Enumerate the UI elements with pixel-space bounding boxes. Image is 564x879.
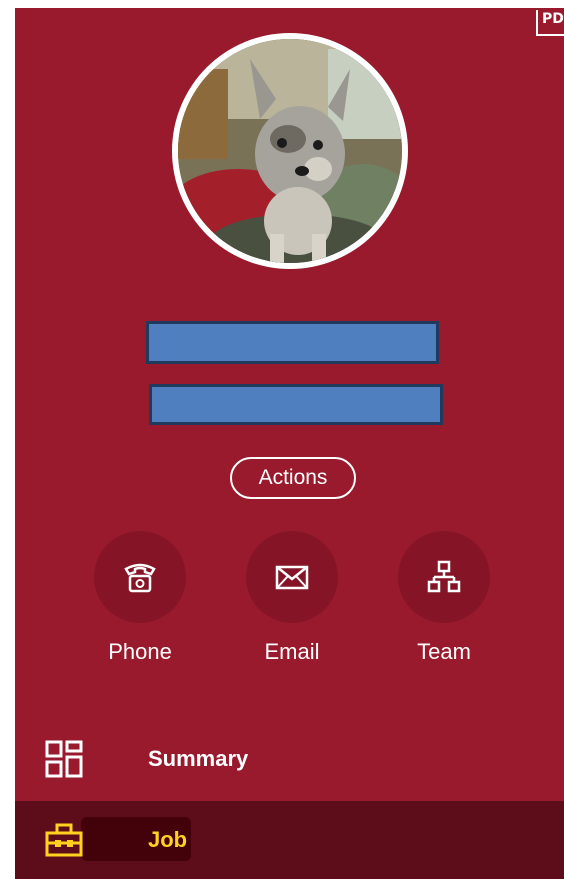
phone-label: Phone <box>108 639 172 664</box>
team-icon <box>427 560 461 593</box>
nav-summary-label: Summary <box>148 746 249 771</box>
avatar-photo <box>178 39 402 263</box>
phone-action[interactable]: Phone <box>93 531 187 671</box>
nav-job-label: Job <box>148 827 188 852</box>
dog-photo-image <box>178 39 402 263</box>
redacted-title <box>149 384 443 425</box>
actions-button[interactable]: Actions <box>230 457 356 499</box>
email-icon <box>275 565 309 590</box>
nav-item-summary[interactable]: Summary <box>15 720 564 798</box>
email-action-circle[interactable] <box>246 531 338 623</box>
nav-item-job[interactable]: Job <box>15 801 564 879</box>
phone-icon <box>124 563 156 593</box>
pdf-label: PDF <box>542 11 564 27</box>
pdf-export-icon[interactable]: PDF <box>536 10 564 36</box>
summary-grid-icon <box>45 740 83 778</box>
email-action[interactable]: Email <box>245 531 339 671</box>
avatar[interactable] <box>172 33 408 269</box>
phone-action-circle[interactable] <box>94 531 186 623</box>
briefcase-icon <box>45 823 83 857</box>
email-label: Email <box>264 639 320 664</box>
team-action[interactable]: Team <box>397 531 491 671</box>
team-action-circle[interactable] <box>398 531 490 623</box>
redacted-name <box>146 321 439 364</box>
profile-panel: PDF <box>15 8 564 879</box>
team-label: Team <box>417 639 471 664</box>
